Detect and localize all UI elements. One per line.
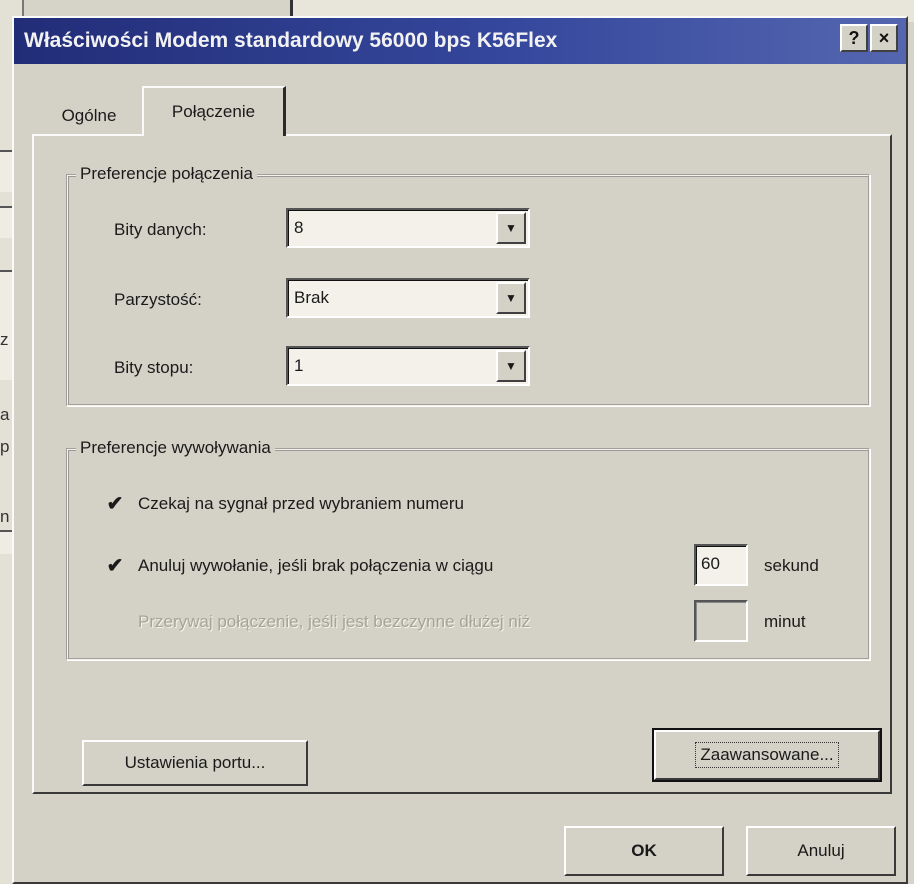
modem-properties-dialog: Właściwości Modem standardowy 56000 bps … bbox=[12, 16, 908, 884]
stop-bits-dropdown-button[interactable]: ▼ bbox=[496, 350, 526, 382]
help-button[interactable]: ? bbox=[840, 24, 868, 52]
connection-preferences-group: Preferencje połączenia Bity danych: 8 ▼ … bbox=[66, 164, 870, 406]
parity-select[interactable]: Brak ▼ bbox=[286, 278, 530, 318]
title-bar[interactable]: Właściwości Modem standardowy 56000 bps … bbox=[14, 18, 906, 64]
parity-dropdown-button[interactable]: ▼ bbox=[496, 282, 526, 314]
cancel-call-seconds-value: 60 bbox=[701, 554, 720, 573]
cancel-button[interactable]: Anuluj bbox=[746, 826, 896, 876]
wait-tone-label[interactable]: Czekaj na sygnał przed wybraniem numeru bbox=[138, 494, 464, 514]
disconnect-idle-label: Przerywaj połączenie, jeśli jest bezczyn… bbox=[138, 612, 531, 631]
advanced-button[interactable]: Zaawansowane... bbox=[652, 728, 882, 782]
parity-value: Brak bbox=[294, 288, 329, 307]
chevron-down-icon: ▼ bbox=[505, 291, 517, 305]
background-text: a bbox=[0, 405, 10, 424]
call-preferences-group: Preferencje wywoływania ✔ Czekaj na sygn… bbox=[66, 438, 870, 660]
cancel-label: Anuluj bbox=[797, 841, 845, 860]
chevron-down-icon: ▼ bbox=[505, 359, 517, 373]
tab-connection-label: Połączenie bbox=[171, 102, 256, 121]
data-bits-label: Bity danych: bbox=[114, 220, 207, 239]
tab-connection[interactable]: Połączenie bbox=[142, 86, 286, 136]
data-bits-select[interactable]: 8 ▼ bbox=[286, 208, 530, 248]
ok-button[interactable]: OK bbox=[564, 826, 724, 876]
connection-preferences-legend: Preferencje połączenia bbox=[76, 164, 257, 184]
port-settings-button[interactable]: Ustawienia portu... bbox=[82, 740, 308, 786]
stop-bits-label: Bity stopu: bbox=[114, 358, 194, 377]
background-text: z bbox=[0, 330, 9, 349]
background-text: n bbox=[0, 507, 10, 526]
background-text: p bbox=[0, 437, 10, 456]
advanced-label: Zaawansowane... bbox=[695, 742, 839, 768]
cancel-call-seconds-input[interactable]: 60 bbox=[694, 544, 748, 586]
wait-tone-checkbox[interactable]: ✔ bbox=[104, 494, 126, 516]
cancel-call-checkbox[interactable]: ✔ bbox=[104, 556, 126, 578]
window-title: Właściwości Modem standardowy 56000 bps … bbox=[24, 29, 558, 52]
stop-bits-select[interactable]: 1 ▼ bbox=[286, 346, 530, 386]
minutes-unit-label: minut bbox=[764, 612, 806, 631]
close-icon: × bbox=[878, 28, 890, 48]
tab-general-label: Ogólne bbox=[61, 106, 117, 125]
seconds-unit-label: sekund bbox=[764, 556, 819, 575]
disconnect-idle-checkbox bbox=[104, 612, 126, 634]
tab-panel-connection: Preferencje połączenia Bity danych: 8 ▼ … bbox=[32, 134, 892, 794]
port-settings-label: Ustawienia portu... bbox=[124, 753, 266, 772]
data-bits-dropdown-button[interactable]: ▼ bbox=[496, 212, 526, 244]
stop-bits-value: 1 bbox=[294, 356, 304, 375]
parity-label: Parzystość: bbox=[114, 290, 202, 309]
close-button[interactable]: × bbox=[870, 24, 898, 52]
ok-label: OK bbox=[631, 841, 657, 860]
cancel-call-label[interactable]: Anuluj wywołanie, jeśli brak połączenia … bbox=[138, 556, 493, 576]
tab-general[interactable]: Ogólne bbox=[34, 98, 144, 134]
data-bits-value: 8 bbox=[294, 218, 304, 237]
disconnect-idle-minutes-input bbox=[694, 600, 748, 642]
chevron-down-icon: ▼ bbox=[505, 221, 517, 235]
help-icon: ? bbox=[848, 28, 860, 48]
call-preferences-legend: Preferencje wywoływania bbox=[76, 438, 275, 458]
